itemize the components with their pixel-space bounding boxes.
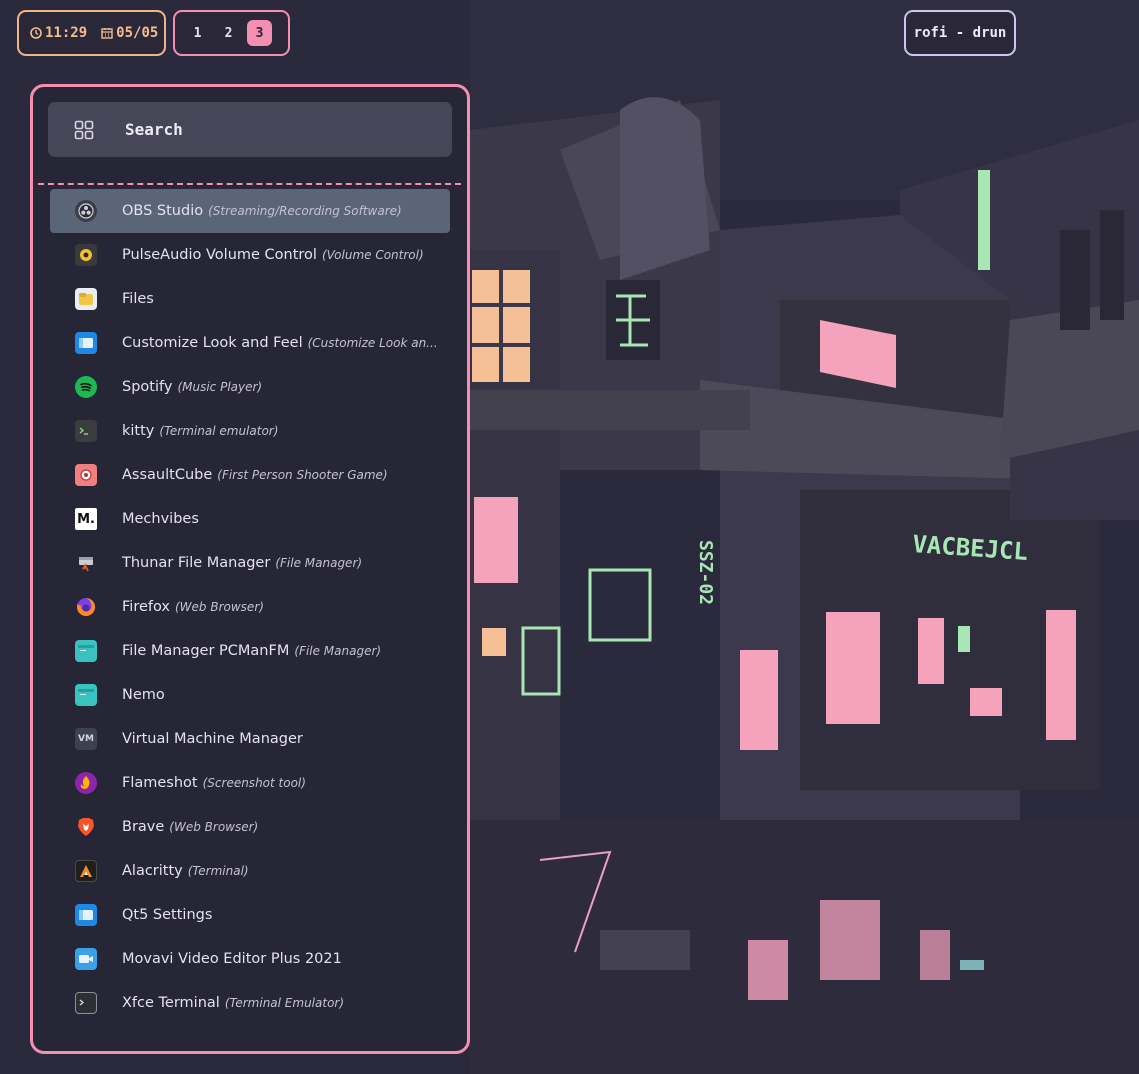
app-description: (File Manager) xyxy=(275,556,363,570)
flameshot-icon xyxy=(75,772,97,794)
list-item-spotify[interactable]: Spotify (Music Player) xyxy=(50,365,450,409)
app-name: Firefox xyxy=(122,599,170,615)
search-input[interactable]: Search xyxy=(48,102,452,157)
app-name: kitty xyxy=(122,423,155,439)
window-title-text: rofi - drun xyxy=(913,25,1007,41)
list-item-firefox[interactable]: Firefox (Web Browser) xyxy=(50,585,450,629)
obs-icon xyxy=(75,200,97,222)
app-description: (Terminal Emulator) xyxy=(224,996,345,1010)
customize-icon xyxy=(75,332,97,354)
movavi-icon xyxy=(75,948,97,970)
app-list: OBS Studio (Streaming/Recording Software… xyxy=(50,189,450,1025)
date-text: 05/05 xyxy=(116,25,159,41)
list-item-mechvibes[interactable]: M. Mechvibes xyxy=(50,497,450,541)
app-description: (Music Player) xyxy=(177,380,263,394)
list-item-brave[interactable]: Brave (Web Browser) xyxy=(50,805,450,849)
list-item-nemo[interactable]: Nemo xyxy=(50,673,450,717)
app-name: Virtual Machine Manager xyxy=(122,731,303,747)
list-item-kitty[interactable]: kitty (Terminal emulator) xyxy=(50,409,450,453)
calendar-icon xyxy=(101,28,113,39)
list-item-xfce-terminal[interactable]: Xfce Terminal (Terminal Emulator) xyxy=(50,981,450,1025)
app-name: Flameshot xyxy=(122,775,198,791)
list-item-thunar[interactable]: Thunar File Manager (File Manager) xyxy=(50,541,450,585)
qt5-settings-icon xyxy=(75,904,97,926)
app-description: (Terminal emulator) xyxy=(159,424,279,438)
time-text: 11:29 xyxy=(45,25,88,41)
divider xyxy=(38,183,461,185)
app-name: Xfce Terminal xyxy=(122,995,220,1011)
app-name: AssaultCube xyxy=(122,467,213,483)
date-group: 05/05 xyxy=(101,25,158,41)
list-item-obs-studio[interactable]: OBS Studio (Streaming/Recording Software… xyxy=(50,189,450,233)
app-description: (Screenshot tool) xyxy=(202,776,306,790)
brave-icon xyxy=(75,816,97,838)
list-item-alacritty[interactable]: Alacritty (Terminal) xyxy=(50,849,450,893)
app-name: Customize Look and Feel xyxy=(122,335,303,351)
app-name: File Manager PCManFM xyxy=(122,643,290,659)
workspace-3-button[interactable]: 3 xyxy=(247,20,272,46)
kitty-icon xyxy=(75,420,97,442)
pulseaudio-icon xyxy=(75,244,97,266)
list-item-flameshot[interactable]: Flameshot (Screenshot tool) xyxy=(50,761,450,805)
list-item-movavi[interactable]: Movavi Video Editor Plus 2021 xyxy=(50,937,450,981)
list-item-virt-manager[interactable]: VM Virtual Machine Manager xyxy=(50,717,450,761)
app-name: Spotify xyxy=(122,379,173,395)
list-item-pcmanfm[interactable]: File Manager PCManFM (File Manager) xyxy=(50,629,450,673)
app-name: Brave xyxy=(122,819,165,835)
alacritty-icon xyxy=(75,860,97,882)
apps-grid-icon xyxy=(74,120,94,139)
app-description: (Web Browser) xyxy=(169,820,259,834)
thunar-icon xyxy=(75,552,97,574)
app-description: (Volume Control) xyxy=(321,248,424,262)
list-item-files[interactable]: Files xyxy=(50,277,450,321)
clock-widget[interactable]: 11:29 05/05 xyxy=(17,10,166,56)
app-name: Movavi Video Editor Plus 2021 xyxy=(122,951,342,967)
mechvibes-icon: M. xyxy=(75,508,97,530)
app-name: Mechvibes xyxy=(122,511,199,527)
list-item-assaultcube[interactable]: AssaultCube (First Person Shooter Game) xyxy=(50,453,450,497)
workspace-switcher: 1 2 3 xyxy=(173,10,290,56)
app-name: Nemo xyxy=(122,687,165,703)
app-description: (Web Browser) xyxy=(175,600,264,614)
list-item-customize-look[interactable]: Customize Look and Feel (Customize Look … xyxy=(50,321,450,365)
xfce-terminal-icon xyxy=(75,992,97,1014)
list-item-pulseaudio[interactable]: PulseAudio Volume Control (Volume Contro… xyxy=(50,233,450,277)
app-name: Thunar File Manager xyxy=(122,555,271,571)
app-description: (Terminal) xyxy=(187,864,249,878)
list-item-qt5-settings[interactable]: Qt5 Settings xyxy=(50,893,450,937)
firefox-icon xyxy=(75,596,97,618)
search-prompt: Search xyxy=(125,120,183,139)
rofi-launcher: Search OBS Studio (Streaming/Recording S… xyxy=(30,84,470,1054)
neon-sign-ssz: SSZ-02 xyxy=(695,540,716,605)
app-description: (File Manager) xyxy=(294,644,382,658)
pcmanfm-icon xyxy=(75,640,97,662)
assaultcube-icon xyxy=(75,464,97,486)
clock-icon xyxy=(30,27,42,39)
app-name: PulseAudio Volume Control xyxy=(122,247,317,263)
workspace-1-button[interactable]: 1 xyxy=(185,20,210,46)
app-name: Files xyxy=(122,291,154,307)
app-name: OBS Studio xyxy=(122,203,204,219)
app-description: (Customize Look an... xyxy=(307,336,438,350)
app-name: Alacritty xyxy=(122,863,183,879)
virt-manager-icon: VM xyxy=(75,728,97,750)
app-description: (Streaming/Recording Software) xyxy=(208,204,402,218)
active-window-title: rofi - drun xyxy=(904,10,1016,56)
app-name: Qt5 Settings xyxy=(122,907,213,923)
workspace-2-button[interactable]: 2 xyxy=(216,20,241,46)
time-group: 11:29 xyxy=(30,25,87,41)
app-description: (First Person Shooter Game) xyxy=(217,468,388,482)
spotify-icon xyxy=(75,376,97,398)
nemo-icon xyxy=(75,684,97,706)
files-icon xyxy=(75,288,97,310)
